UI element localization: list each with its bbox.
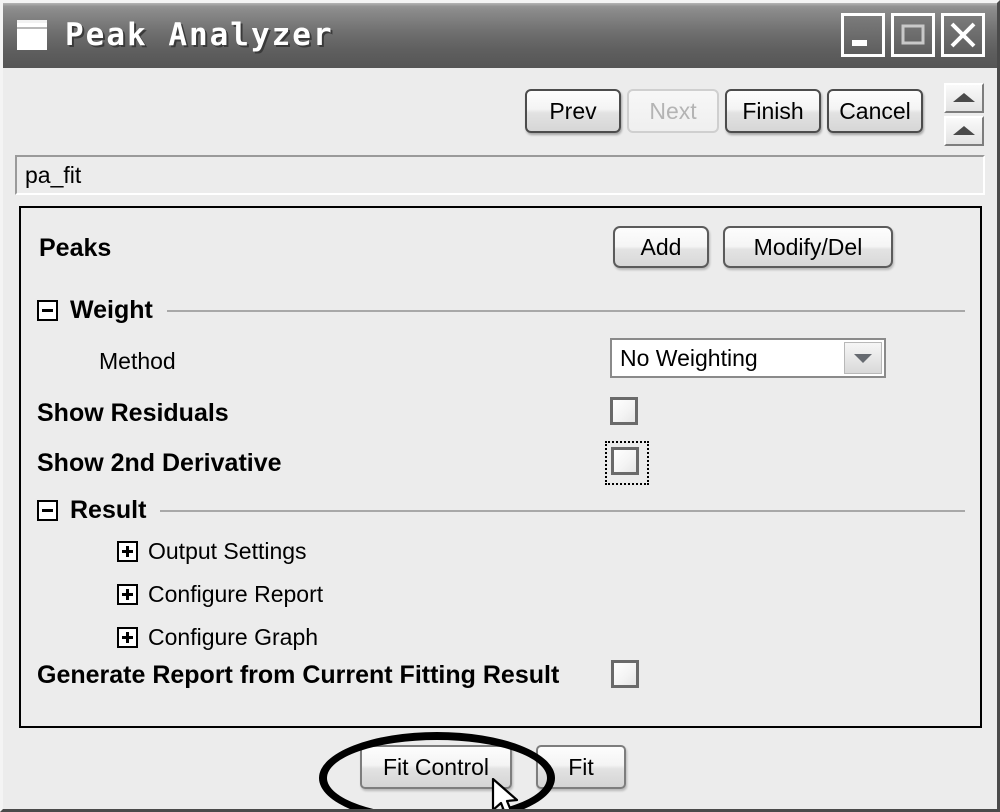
expand-icon[interactable] xyxy=(117,541,138,562)
cancel-button[interactable]: Cancel xyxy=(827,89,923,133)
show-residuals-label: Show Residuals xyxy=(37,399,229,427)
dialog-footer: Fit Control Fit xyxy=(3,734,997,809)
method-label: Method xyxy=(99,348,176,374)
scroll-up-icon xyxy=(953,93,975,103)
tree-item-configure-report[interactable]: Configure Report xyxy=(117,581,323,608)
show-2nd-derivative-checkbox[interactable] xyxy=(611,447,639,475)
modify-delete-peak-button[interactable]: Modify/Del xyxy=(723,226,893,268)
show-2nd-derivative-label: Show 2nd Derivative xyxy=(37,449,282,477)
scroll-up-icon xyxy=(953,126,975,136)
generate-report-checkbox[interactable] xyxy=(611,660,639,688)
prev-button[interactable]: Prev xyxy=(525,89,621,133)
tree-item-label: Output Settings xyxy=(148,538,307,564)
group-header-weight[interactable]: Weight xyxy=(37,296,967,325)
group-label-weight: Weight xyxy=(70,296,153,324)
title-bar: Peak Analyzer xyxy=(3,3,997,70)
window-title: Peak Analyzer xyxy=(65,17,334,53)
peaks-label: Peaks xyxy=(39,234,112,262)
title-bar-left: Peak Analyzer xyxy=(17,17,334,53)
group-label-result: Result xyxy=(70,496,147,524)
settings-panel: Peaks Add Modify/Del Weight Method No We… xyxy=(19,206,982,728)
method-dropdown-value: No Weighting xyxy=(620,344,758,371)
theme-name-value: pa_fit xyxy=(25,161,82,188)
tree-item-label: Configure Report xyxy=(148,581,324,607)
minimize-icon xyxy=(852,40,867,46)
theme-name-field[interactable]: pa_fit xyxy=(15,155,985,195)
generate-report-label: Generate Report from Current Fitting Res… xyxy=(37,661,560,689)
scroll-up-button-1[interactable] xyxy=(944,83,984,113)
window-icon xyxy=(17,20,47,50)
add-peak-button[interactable]: Add xyxy=(613,226,709,268)
method-dropdown[interactable]: No Weighting xyxy=(610,338,886,378)
window-controls xyxy=(841,13,985,57)
next-button: Next xyxy=(627,89,719,133)
finish-button[interactable]: Finish xyxy=(725,89,821,133)
expand-icon[interactable] xyxy=(117,584,138,605)
group-divider xyxy=(160,509,965,512)
tree-item-configure-graph[interactable]: Configure Graph xyxy=(117,624,318,651)
minimize-button[interactable] xyxy=(841,13,885,57)
fit-button[interactable]: Fit xyxy=(536,745,626,789)
tree-item-output-settings[interactable]: Output Settings xyxy=(117,538,307,565)
scroll-up-button-2[interactable] xyxy=(944,116,984,146)
expand-icon[interactable] xyxy=(117,627,138,648)
close-button[interactable] xyxy=(941,13,985,57)
chevron-down-icon[interactable] xyxy=(844,342,882,374)
close-icon xyxy=(950,22,976,48)
maximize-icon xyxy=(901,24,925,45)
peak-analyzer-window: Peak Analyzer Prev Next Finish Cancel pa… xyxy=(0,0,1000,812)
fit-control-button[interactable]: Fit Control xyxy=(360,745,512,789)
collapse-icon[interactable] xyxy=(37,500,58,521)
group-header-result[interactable]: Result xyxy=(37,496,967,525)
group-divider xyxy=(166,309,965,312)
wizard-nav-bar: Prev Next Finish Cancel xyxy=(3,68,997,151)
show-residuals-checkbox[interactable] xyxy=(610,397,638,425)
tree-item-label: Configure Graph xyxy=(148,624,319,650)
maximize-button[interactable] xyxy=(891,13,935,57)
collapse-icon[interactable] xyxy=(37,300,58,321)
